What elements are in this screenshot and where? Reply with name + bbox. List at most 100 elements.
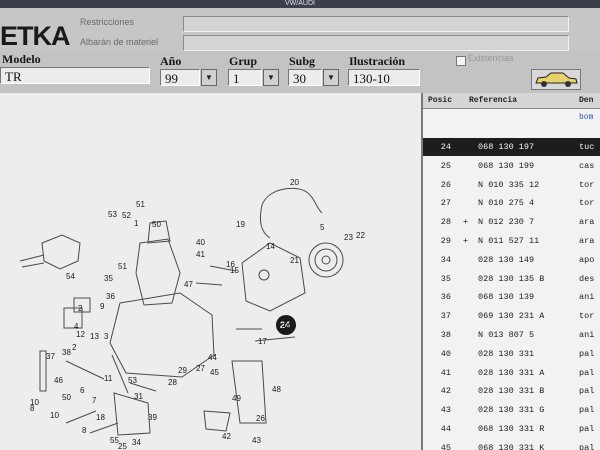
subg-dropdown-button[interactable]: ▼ [323, 69, 339, 86]
part-label[interactable]: 13 [90, 332, 99, 341]
modelo-field[interactable]: TR [0, 67, 150, 84]
table-row[interactable]: 40 028 130 331 pal [423, 345, 600, 363]
subg-select[interactable]: 30 [288, 69, 322, 86]
table-row[interactable]: 25 068 130 199 cas [423, 157, 600, 175]
table-row[interactable]: 41 028 130 331 A pal [423, 364, 600, 382]
albaran-field[interactable] [183, 35, 569, 51]
table-row[interactable]: 43 028 130 331 G pal [423, 401, 600, 419]
part-label[interactable]: 41 [196, 250, 205, 259]
part-label[interactable]: 53 [128, 376, 137, 385]
part-label[interactable]: 39 [148, 413, 157, 422]
part-label[interactable]: 50 [62, 393, 71, 402]
row-reference: 028 130 135 B [478, 273, 545, 284]
part-label[interactable]: 21 [290, 256, 299, 265]
etka-logo: ETKA [0, 21, 70, 51]
ano-label: Año [160, 54, 182, 68]
part-label[interactable]: 37 [46, 352, 55, 361]
part-label[interactable]: 22 [356, 231, 365, 240]
part-label[interactable]: 6 [80, 386, 85, 395]
row-pos: 26 [440, 179, 451, 190]
row-mark: + [463, 217, 469, 228]
table-row[interactable]: 28 + N 012 230 7 ara [423, 213, 600, 231]
existencias-checkbox[interactable] [456, 56, 466, 66]
part-label[interactable]: 49 [232, 394, 241, 403]
grup-label: Grup [229, 54, 258, 68]
part-label[interactable]: 45 [210, 368, 219, 377]
table-row[interactable]: 38 N 013 807 5 ani [423, 326, 600, 344]
vehicle-button[interactable] [531, 69, 581, 90]
part-label[interactable]: 26 [256, 414, 265, 423]
part-label[interactable]: 38 [62, 348, 71, 357]
part-label[interactable]: 51 [118, 262, 127, 271]
row-reference: 068 130 331 R [478, 424, 545, 434]
part-label[interactable]: 10 [50, 411, 59, 420]
part-label[interactable]: 23 [344, 233, 353, 242]
part-label[interactable]: 46 [54, 376, 63, 385]
part-label[interactable]: 24 [281, 322, 290, 331]
table-row[interactable]: 35 028 130 135 B des [423, 270, 600, 288]
part-label[interactable]: 2 [72, 343, 77, 352]
part-label[interactable]: 25 [118, 442, 127, 450]
part-label[interactable]: 18 [96, 413, 105, 422]
part-label[interactable]: 48 [272, 385, 281, 394]
part-label[interactable]: 36 [106, 292, 115, 301]
chevron-down-icon: ▼ [267, 73, 275, 82]
ano-select[interactable]: 99 [160, 69, 200, 86]
row-reference: 028 130 331 B [478, 386, 545, 397]
part-label[interactable]: 29 [178, 366, 187, 375]
parts-list-panel[interactable]: Posic Referencia Den bom 24 068 130 197 tu… [421, 93, 600, 450]
ilustracion-field[interactable]: 130-10 [348, 69, 420, 86]
row-pos: 43 [440, 405, 451, 416]
part-label[interactable]: 52 [122, 211, 131, 220]
table-row[interactable]: 24 068 130 197 tuc [423, 138, 600, 156]
part-label[interactable]: 20 [290, 178, 299, 187]
part-label[interactable]: 31 [134, 392, 143, 401]
part-label[interactable]: 11 [104, 374, 113, 383]
part-label[interactable]: 35 [104, 274, 113, 283]
part-label[interactable]: 15 [230, 266, 239, 275]
part-label[interactable]: 34 [132, 438, 141, 447]
part-label[interactable]: 50 [152, 220, 161, 229]
part-label[interactable]: 54 [66, 272, 75, 281]
row-description: tor [579, 198, 595, 209]
part-label[interactable]: 12 [76, 330, 85, 339]
restricciones-field[interactable] [183, 16, 569, 32]
part-label[interactable]: 14 [266, 242, 275, 251]
part-label[interactable]: 51 [136, 200, 145, 209]
part-label[interactable]: 27 [196, 364, 205, 373]
grup-select[interactable]: 1 [228, 69, 262, 86]
table-row[interactable]: 27 N 010 275 4 tor [423, 194, 600, 212]
part-label[interactable]: 40 [196, 238, 205, 247]
table-row[interactable]: 26 N 010 335 12 tor [423, 176, 600, 194]
part-label[interactable]: 17 [258, 337, 267, 346]
part-label[interactable]: 47 [184, 280, 193, 289]
row-reference: 068 130 139 [478, 292, 535, 303]
ano-dropdown-button[interactable]: ▼ [201, 69, 217, 86]
part-label[interactable]: 5 [320, 223, 325, 232]
part-label[interactable]: 43 [252, 436, 261, 445]
part-label[interactable]: 1 [134, 219, 139, 228]
part-label[interactable]: 42 [222, 432, 231, 441]
table-row[interactable]: 42 028 130 331 B pal [423, 382, 600, 400]
table-row[interactable]: 45 068 130 331 K pal [423, 439, 600, 450]
table-row[interactable]: 36 068 130 139 ani [423, 288, 600, 306]
part-label[interactable]: 8 [82, 426, 87, 435]
table-row[interactable]: 29 + N 011 527 11 ara [423, 232, 600, 250]
table-row[interactable]: 34 028 130 149 apo [423, 251, 600, 269]
row-pos: 44 [440, 424, 451, 434]
table-row[interactable]: 44 068 130 331 R pal [423, 420, 600, 438]
part-label[interactable]: 28 [168, 378, 177, 387]
part-label[interactable]: 2 [78, 304, 83, 313]
row-reference: 068 130 331 K [478, 442, 545, 450]
part-label[interactable]: 3 [104, 332, 109, 341]
part-label[interactable]: 19 [236, 220, 245, 229]
exploded-diagram-panel[interactable]: 24 20 19 51 53 52 1 50 40 14 5 23 22 21 41 16 15 54 35 47 3… [0, 93, 421, 450]
grup-dropdown-button[interactable]: ▼ [263, 69, 279, 86]
table-row[interactable]: 37 069 130 231 A tor [423, 307, 600, 325]
part-label[interactable]: 9 [100, 302, 105, 311]
part-label[interactable]: 44 [208, 353, 217, 362]
part-label[interactable]: 7 [92, 396, 97, 405]
part-label[interactable]: 8 [30, 404, 35, 413]
window-title: VW/AUDI [285, 0, 315, 7]
part-label[interactable]: 53 [108, 210, 117, 219]
